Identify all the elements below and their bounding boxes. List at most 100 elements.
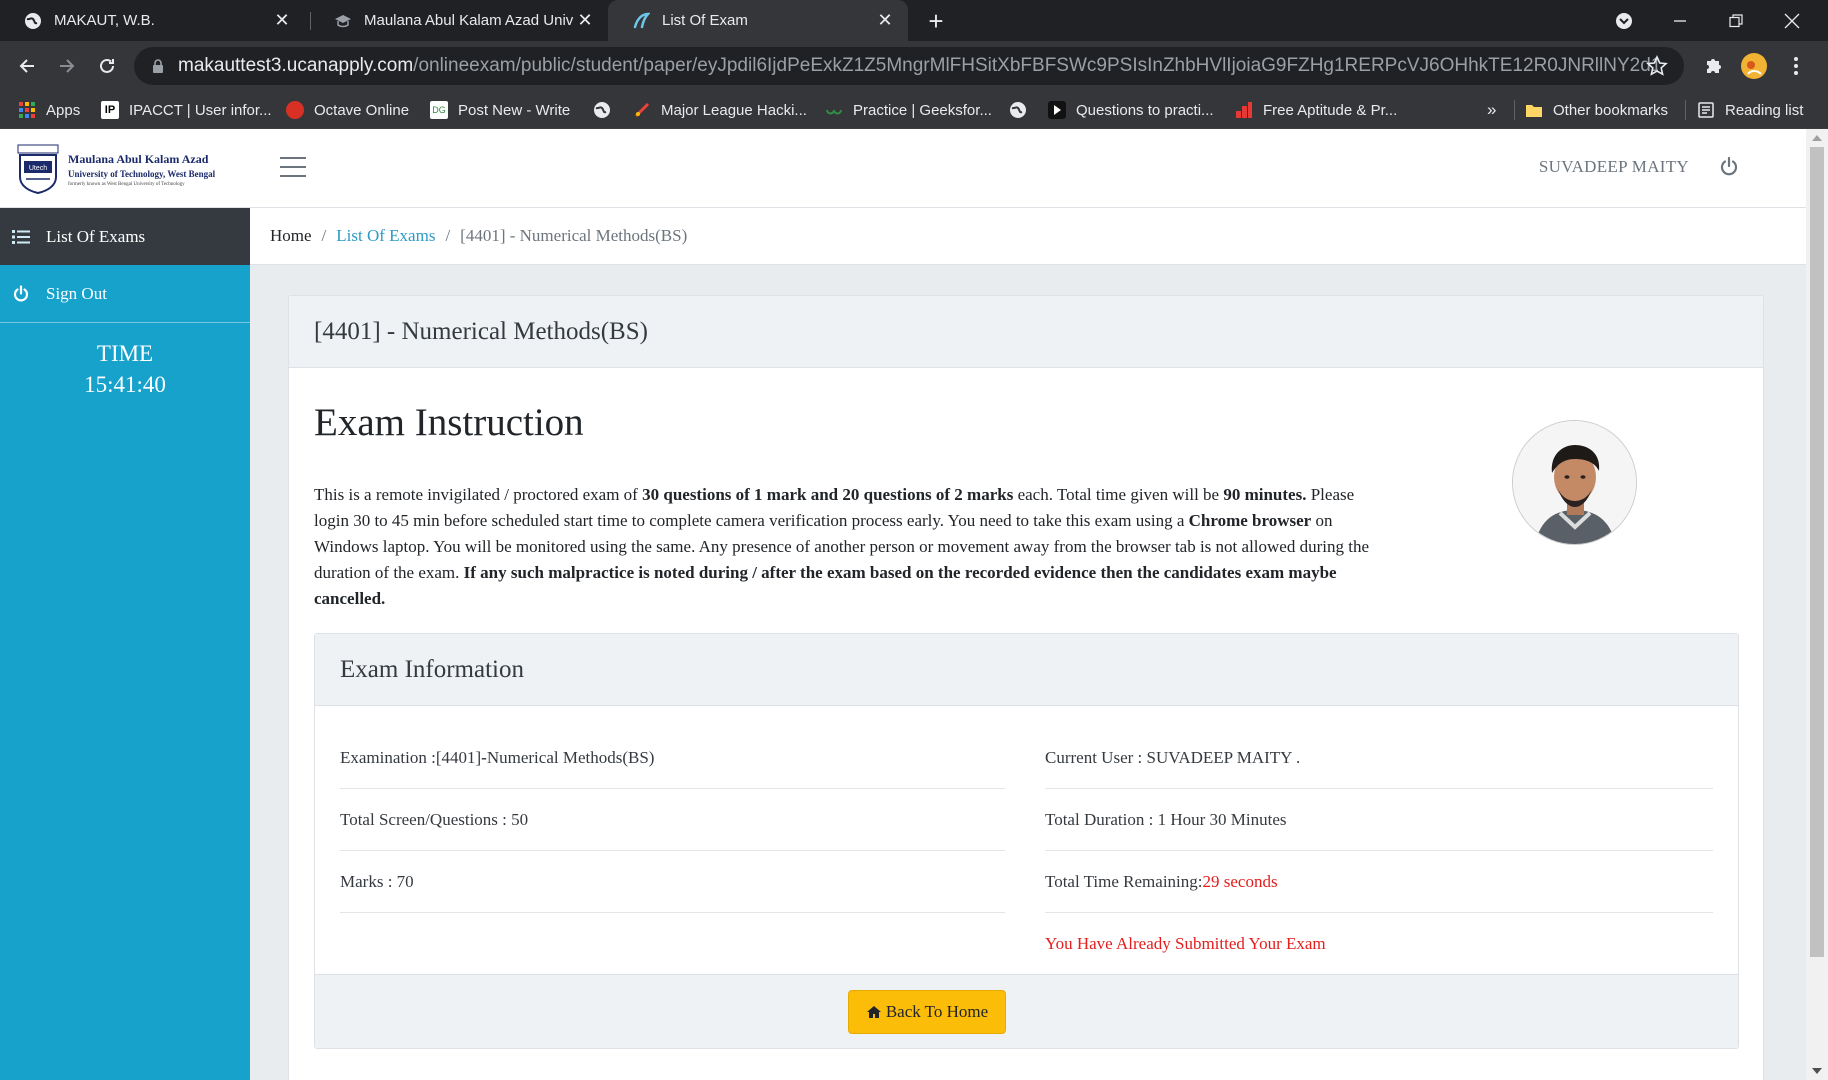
list-icon	[12, 229, 30, 244]
bookmark-divider	[1685, 100, 1686, 120]
student-avatar-icon	[1513, 421, 1636, 544]
bookmarks-overflow[interactable]: »	[1487, 91, 1496, 129]
bookmark-geeksforgeeks[interactable]: Practice | Geeksfor...	[825, 91, 992, 129]
restore-icon	[1729, 13, 1743, 27]
puzzle-icon	[1707, 59, 1721, 73]
reload-button[interactable]	[90, 49, 124, 83]
tab-maulana[interactable]: Maulana Abul Kalam Azad Unive ✕	[310, 0, 608, 41]
reading-list-icon	[1698, 102, 1714, 118]
sidebar: List Of Exams Sign Out TIME 15:41:40	[0, 208, 250, 1080]
sidebar-item-list-of-exams[interactable]: List Of Exams	[0, 208, 250, 265]
chrome-menu-button[interactable]	[1782, 52, 1810, 80]
breadcrumb-current: [4401] - Numerical Methods(BS)	[460, 226, 688, 245]
bookmark-globe-2[interactable]	[1009, 91, 1037, 129]
tab-title: List Of Exam	[662, 12, 748, 29]
graduation-cap-icon	[334, 12, 352, 30]
hamburger-menu-icon[interactable]	[280, 154, 306, 180]
submitted-message: You Have Already Submitted Your Exam	[1045, 934, 1326, 953]
student-photo	[1512, 420, 1637, 545]
sidebar-item-label: Sign Out	[46, 283, 107, 303]
exam-timer: TIME 15:41:40	[0, 338, 250, 400]
tab-list-of-exam[interactable]: List Of Exam ✕	[608, 0, 908, 41]
breadcrumb-separator: /	[445, 226, 451, 245]
new-tab-button[interactable]: +	[919, 4, 953, 38]
minimize-button[interactable]	[1652, 0, 1708, 41]
home-icon	[866, 1006, 881, 1018]
close-tab-icon[interactable]: ✕	[271, 10, 293, 32]
header-username: SUVADEEP MAITY	[1538, 157, 1689, 176]
profile-avatar[interactable]	[1740, 52, 1768, 80]
page-scrollbar[interactable]	[1806, 129, 1828, 1080]
arrow-right-icon	[60, 59, 75, 73]
apps-grid-icon	[19, 102, 35, 118]
exam-card: [4401] - Numerical Methods(BS) Exam Inst…	[288, 295, 1764, 1080]
mlh-icon	[634, 102, 650, 118]
time-remaining-value: 29 seconds	[1202, 871, 1278, 891]
tab-title: Maulana Abul Kalam Azad Unive	[364, 12, 574, 29]
sidebar-item-sign-out[interactable]: Sign Out	[0, 265, 250, 322]
back-to-home-button[interactable]: Back To Home	[848, 990, 1006, 1034]
questions-icon	[1048, 101, 1066, 119]
reading-list-button[interactable]: Reading list	[1697, 91, 1803, 129]
bookmark-apps[interactable]: Apps	[18, 91, 80, 129]
ipacct-icon: IP	[101, 101, 119, 119]
extensions-button[interactable]	[1700, 52, 1728, 80]
scrollbar-thumb[interactable]	[1810, 147, 1824, 957]
breadcrumb-home[interactable]: Home	[270, 226, 312, 246]
minimize-icon	[1674, 19, 1686, 22]
university-logo[interactable]: Utech Maulana Abul Kalam Azad University…	[16, 141, 246, 197]
time-remaining-row: Total Time Remaining: 29 seconds	[1045, 851, 1713, 913]
scroll-up-arrow-icon[interactable]	[1812, 135, 1822, 141]
profile-icon	[1741, 53, 1767, 79]
bookmark-aptitude[interactable]: Free Aptitude & Pr...	[1235, 91, 1397, 129]
folder-icon	[1526, 105, 1542, 117]
exam-information-footer: Back To Home	[315, 974, 1738, 1048]
web-page: Utech Maulana Abul Kalam Azad University…	[0, 129, 1806, 1080]
tab-search-button[interactable]	[1596, 0, 1652, 41]
aptitude-icon	[1236, 102, 1252, 118]
bookmark-mlh[interactable]: Major League Hacki...	[633, 91, 807, 129]
browser-toolbar: makauttest3.ucanapply.com/onlineexam/pub…	[0, 41, 1828, 91]
close-window-button[interactable]	[1764, 0, 1820, 41]
total-questions-row: Total Screen/Questions : 50	[340, 789, 1005, 851]
ucan-logo-icon	[632, 12, 652, 30]
bookmark-other[interactable]: Other bookmarks	[1525, 91, 1668, 129]
tab-title: MAKAUT, W.B.	[54, 12, 155, 29]
site-header: Utech Maulana Abul Kalam Azad University…	[0, 129, 1806, 208]
svg-text:Utech: Utech	[29, 165, 47, 172]
marks-row: Marks : 70	[340, 851, 1005, 913]
logo-tagline: formerly known as West Bengal University…	[68, 181, 185, 187]
breadcrumb: Home / List Of Exams / [4401] - Numerica…	[250, 208, 1806, 265]
current-user-row: Current User : SUVADEEP MAITY .	[1045, 727, 1713, 789]
logout-power-icon[interactable]	[1718, 156, 1740, 178]
restore-button[interactable]	[1708, 0, 1764, 41]
bookmark-globe-1[interactable]	[593, 91, 621, 129]
bookmark-ipacct[interactable]: IP IPACCT | User infor...	[101, 91, 272, 129]
timer-label: TIME	[96, 341, 154, 366]
forward-button[interactable]	[50, 49, 84, 83]
reload-icon	[100, 58, 114, 73]
submitted-message-row: You Have Already Submitted Your Exam	[1045, 913, 1713, 975]
globe-icon	[24, 12, 42, 30]
logo-subtitle: University of Technology, West Bengal	[68, 168, 216, 179]
tab-makaut[interactable]: MAKAUT, W.B. ✕	[0, 0, 305, 41]
exam-information-title: Exam Information	[315, 634, 1738, 706]
close-tab-icon[interactable]: ✕	[574, 10, 596, 32]
star-icon[interactable]	[1646, 55, 1668, 77]
globe-icon	[1010, 102, 1026, 118]
breadcrumb-list-of-exams[interactable]: List Of Exams	[336, 226, 435, 246]
octave-icon	[286, 101, 304, 119]
university-crest-icon: Utech	[17, 144, 59, 195]
instruction-text: This is a remote invigilated / proctored…	[314, 485, 1369, 608]
bookmark-octave[interactable]: Octave Online	[286, 91, 409, 129]
total-duration-row: Total Duration : 1 Hour 30 Minutes	[1045, 789, 1713, 851]
back-button[interactable]	[10, 49, 44, 83]
bookmark-questions[interactable]: Questions to practi...	[1048, 91, 1214, 129]
close-tab-icon[interactable]: ✕	[874, 10, 896, 32]
address-bar[interactable]: makauttest3.ucanapply.com/onlineexam/pub…	[134, 47, 1684, 85]
chevron-down-icon	[1616, 12, 1632, 29]
power-icon	[13, 284, 29, 301]
scroll-down-arrow-icon[interactable]	[1812, 1068, 1822, 1074]
timer-value: 15:41:40	[84, 372, 166, 397]
bookmark-post-new[interactable]: DG Post New - Write	[430, 91, 570, 129]
